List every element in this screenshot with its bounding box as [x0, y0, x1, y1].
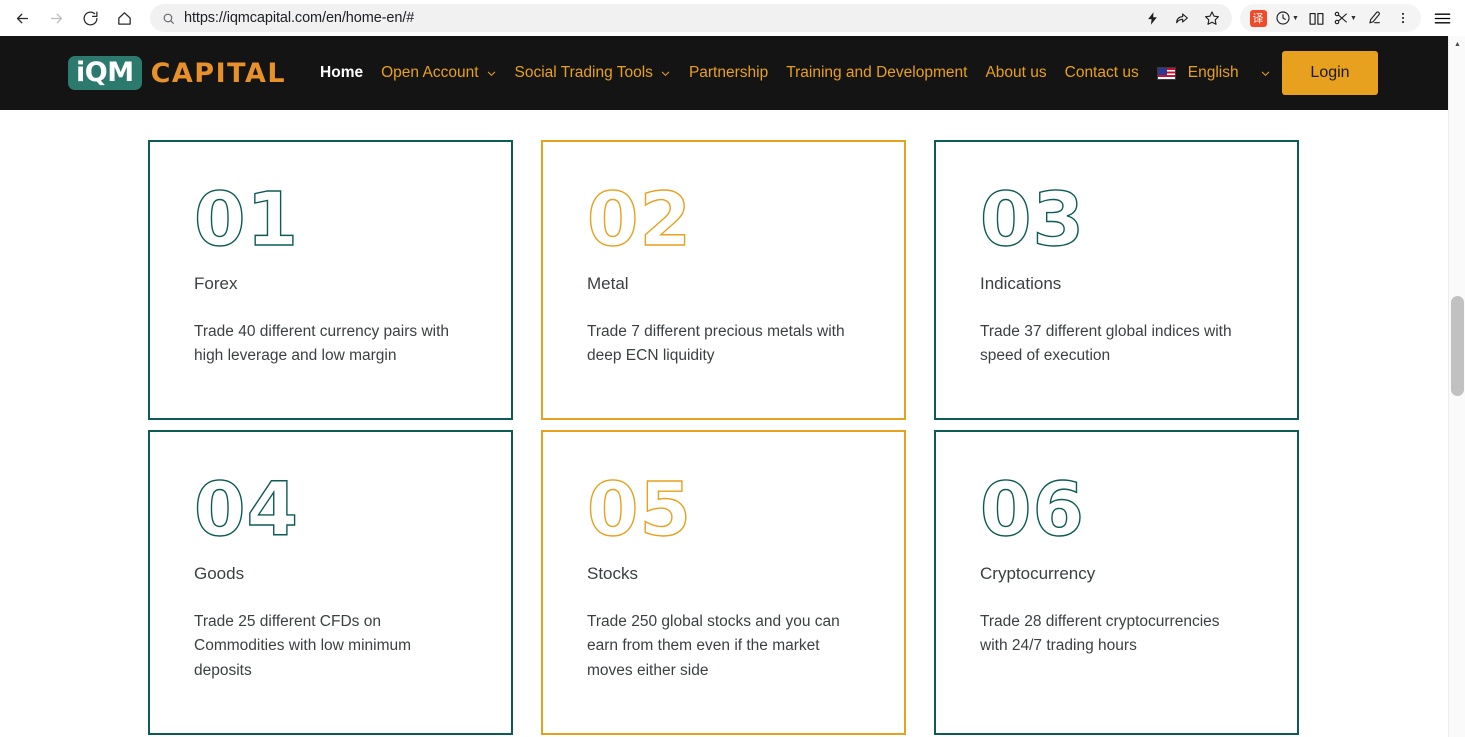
reload-icon[interactable]	[74, 3, 106, 33]
page-scrollbar[interactable]: ▲	[1448, 36, 1465, 737]
nav-item-contact-us[interactable]: Contact us	[1056, 64, 1148, 82]
card-number: 05	[586, 467, 692, 553]
logo-wordmark: CAPITAL	[150, 57, 287, 89]
more-vertical-icon[interactable]	[1389, 5, 1417, 31]
nav-label: About us	[985, 64, 1047, 81]
nav-item-about-us[interactable]: About us	[976, 64, 1055, 82]
nav-label: Partnership	[688, 64, 769, 81]
asset-card-indications[interactable]: 03 Indications Trade 37 different global…	[934, 140, 1299, 420]
star-bookmark-icon[interactable]	[1198, 5, 1226, 31]
logo-mark: iQM	[68, 56, 142, 90]
pen-annotate-icon[interactable]	[1360, 5, 1388, 31]
chevron-down-icon: ▼	[1350, 14, 1357, 22]
home-icon[interactable]	[108, 3, 140, 33]
card-number: 01	[193, 177, 299, 263]
language-selector[interactable]: English	[1148, 64, 1280, 82]
card-title: Goods	[194, 564, 245, 584]
nav-item-home[interactable]: Home	[311, 64, 372, 82]
logo-mark-text: iQM	[76, 57, 134, 88]
login-button[interactable]: Login	[1282, 51, 1378, 95]
url-text[interactable]: https://iqmcapital.com/en/home-en/#	[184, 10, 414, 26]
card-title: Indications	[980, 274, 1062, 294]
asset-cards-grid: 01 Forex Trade 40 different currency pai…	[148, 140, 1299, 735]
book-reader-icon[interactable]	[1302, 5, 1330, 31]
card-description: Trade 7 different precious metals with d…	[587, 323, 845, 365]
card-description: Trade 28 different cryptocurrencies with…	[980, 613, 1220, 655]
translate-badge-label: 译	[1249, 9, 1267, 27]
card-number: 06	[979, 467, 1085, 553]
chevron-down-icon	[486, 68, 497, 79]
lightning-bolt-icon[interactable]	[1138, 5, 1166, 31]
scissors-capture-icon[interactable]: ▼	[1331, 5, 1359, 31]
card-description: Trade 40 different currency pairs with h…	[194, 323, 450, 365]
nav-label: Social Trading Tools	[514, 64, 653, 81]
nav-label: Open Account	[381, 64, 479, 81]
nav-item-training-and-development[interactable]: Training and Development	[777, 64, 976, 82]
search-icon	[162, 12, 175, 25]
card-title: Metal	[587, 274, 629, 294]
card-number: 03	[979, 177, 1085, 263]
card-number: 02	[586, 177, 692, 263]
scroll-up-arrow-icon[interactable]: ▲	[1449, 36, 1465, 53]
language-label: English	[1187, 64, 1239, 81]
card-description: Trade 250 global stocks and you can earn…	[587, 613, 840, 679]
asset-card-metal[interactable]: 02 Metal Trade 7 different precious meta…	[541, 140, 906, 420]
main-navigation: Home Open Account Social Trading Tools P…	[311, 64, 1280, 82]
scrollbar-thumb[interactable]	[1451, 296, 1464, 396]
card-description: Trade 25 different CFDs on Commodities w…	[194, 613, 412, 679]
card-title: Stocks	[587, 564, 639, 584]
chevron-down-icon: ▼	[1292, 14, 1299, 22]
site-logo[interactable]: iQM CAPITAL	[68, 56, 286, 90]
share-arrow-icon[interactable]	[1168, 5, 1196, 31]
asset-card-stocks[interactable]: 05 Stocks Trade 250 global stocks and yo…	[541, 430, 906, 735]
forward-arrow-icon[interactable]	[40, 3, 72, 33]
nav-label: Contact us	[1064, 64, 1139, 81]
nav-item-social-trading-tools[interactable]: Social Trading Tools	[506, 64, 680, 82]
card-number: 04	[193, 467, 299, 553]
chevron-down-icon	[1260, 68, 1271, 79]
asset-card-forex[interactable]: 01 Forex Trade 40 different currency pai…	[148, 140, 513, 420]
chevron-down-icon	[660, 68, 671, 79]
card-title: Cryptocurrency	[980, 564, 1096, 584]
nav-label: Training and Development	[786, 64, 968, 81]
asset-card-goods[interactable]: 04 Goods Trade 25 different CFDs on Comm…	[148, 430, 513, 735]
history-clock-icon[interactable]: ▼	[1273, 5, 1301, 31]
asset-card-cryptocurrency[interactable]: 06 Cryptocurrency Trade 28 different cry…	[934, 430, 1299, 735]
card-description: Trade 37 different global indices with s…	[980, 323, 1232, 365]
address-bar-actions	[1138, 4, 1226, 32]
site-header: iQM CAPITAL Home Open Account Social Tra…	[0, 36, 1448, 110]
browser-nav-buttons	[0, 3, 140, 33]
nav-item-open-account[interactable]: Open Account	[372, 64, 505, 82]
back-arrow-icon[interactable]	[6, 3, 38, 33]
address-bar[interactable]: https://iqmcapital.com/en/home-en/#	[150, 4, 1232, 32]
nav-label: Home	[320, 64, 364, 81]
translate-icon[interactable]: 译	[1244, 5, 1272, 31]
browser-extensions-group: 译 ▼ ▼	[1240, 4, 1421, 32]
us-flag-icon	[1156, 66, 1176, 80]
card-title: Forex	[194, 274, 238, 294]
browser-toolbar: https://iqmcapital.com/en/home-en/# 译 ▼	[0, 0, 1465, 36]
hamburger-menu-icon[interactable]	[1425, 3, 1459, 33]
asset-classes-section: 01 Forex Trade 40 different currency pai…	[0, 110, 1448, 737]
nav-item-partnership[interactable]: Partnership	[680, 64, 777, 82]
